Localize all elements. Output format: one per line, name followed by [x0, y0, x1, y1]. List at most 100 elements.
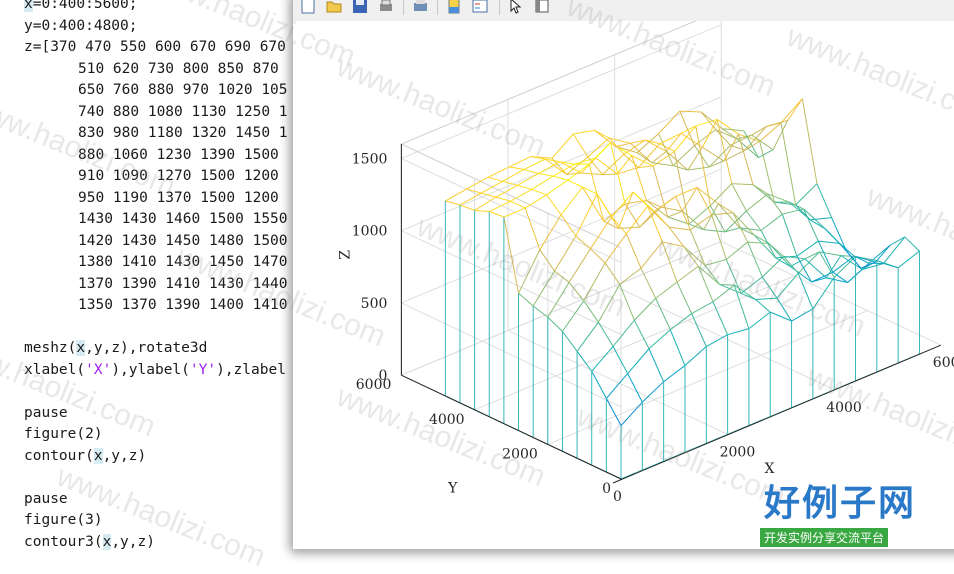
- mesh-line: [753, 185, 768, 194]
- code-line[interactable]: figure(2): [24, 424, 103, 445]
- mesh-line: [738, 134, 753, 185]
- new-figure-icon[interactable]: [299, 0, 317, 15]
- code-text: 1350 1370 1390 1400 1410: [78, 297, 288, 313]
- mesh-line: [805, 252, 820, 259]
- mesh-line: [649, 349, 664, 382]
- mesh-line: [634, 298, 655, 320]
- open-file-icon[interactable]: [325, 0, 343, 15]
- print-icon[interactable]: [377, 0, 395, 15]
- mesh-line: [445, 189, 466, 201]
- mesh-line: [834, 257, 855, 278]
- mesh-line: [726, 242, 747, 259]
- code-line[interactable]: meshz(x,y,z),rotate3d: [24, 338, 207, 359]
- grid-line: [721, 21, 941, 345]
- code-line[interactable]: 830 980 1180 1320 1450 1: [78, 123, 288, 144]
- mesh-line: [761, 214, 782, 230]
- code-line[interactable]: 1370 1390 1410 1430 1440: [78, 274, 288, 295]
- code-text: meshz(: [24, 340, 76, 356]
- mesh-line: [525, 208, 540, 250]
- mesh-line: [690, 230, 705, 266]
- code-line[interactable]: y=0:400:4800;: [24, 16, 138, 37]
- code-line[interactable]: 510 620 730 800 850 870: [78, 59, 279, 80]
- mesh-line: [656, 282, 677, 298]
- mesh-line: [728, 329, 749, 335]
- code-line[interactable]: contour(x,y,z): [24, 446, 146, 467]
- mesh-line: [652, 151, 667, 162]
- insert-colorbar-icon[interactable]: [445, 0, 463, 15]
- axes-area[interactable]: 02000400060000200040006000050010001500XY…: [293, 21, 954, 549]
- mesh-line: [848, 269, 863, 282]
- print-preview-icon[interactable]: [411, 0, 429, 15]
- mesh-line: [573, 130, 594, 134]
- mesh-line: [698, 266, 713, 302]
- code-line[interactable]: pause: [24, 489, 68, 510]
- code-line[interactable]: xlabel('X'),ylabel('Y'),zlabel: [24, 360, 286, 381]
- mesh-line: [680, 111, 701, 112]
- mesh-line: [782, 214, 797, 256]
- code-line[interactable]: z=[370 470 550 600 670 690 670: [24, 37, 286, 58]
- pointer-icon[interactable]: [507, 0, 525, 15]
- mesh-line: [613, 320, 634, 346]
- mesh-line: [626, 234, 641, 268]
- property-editor-icon[interactable]: [533, 0, 551, 15]
- logo-title: 好例子网: [764, 484, 920, 524]
- mesh-line: [818, 241, 833, 272]
- mesh-line: [525, 195, 546, 208]
- mesh-line: [488, 177, 503, 181]
- mesh-line: [762, 277, 777, 298]
- x-tick-label: 6000: [933, 355, 954, 371]
- mesh-line: [562, 301, 583, 332]
- mesh-line: [475, 210, 490, 211]
- z-axis-label: Z: [337, 250, 353, 260]
- code-line[interactable]: pause: [24, 403, 68, 424]
- grid-line: [508, 99, 728, 434]
- code-line[interactable]: contour3(x,y,z): [24, 532, 155, 553]
- mesh-line: [661, 207, 682, 211]
- code-text: y=0:400:4800;: [24, 18, 138, 34]
- meshz-plot[interactable]: 02000400060000200040006000050010001500XY…: [293, 21, 954, 549]
- mesh-line: [606, 398, 621, 425]
- mesh-line: [777, 273, 798, 298]
- mesh-line: [628, 349, 649, 374]
- code-text: ,y,z): [111, 534, 155, 550]
- mesh-line: [569, 282, 584, 300]
- mesh-line: [702, 147, 723, 161]
- mesh-line: [890, 237, 905, 245]
- code-line[interactable]: figure(3): [24, 510, 103, 531]
- code-line[interactable]: 950 1190 1370 1500 1200: [78, 188, 279, 209]
- mesh-line: [746, 211, 761, 230]
- mesh-line: [548, 317, 563, 331]
- mesh-line: [781, 123, 796, 205]
- mesh-line: [689, 206, 710, 224]
- mesh-line: [749, 312, 770, 329]
- mesh-line: [552, 134, 573, 158]
- code-text: ,y,z): [103, 448, 147, 464]
- code-line[interactable]: 740 880 1080 1130 1250 1: [78, 102, 288, 123]
- x-axis-line: [613, 345, 941, 483]
- code-line[interactable]: 1420 1430 1450 1480 1500: [78, 231, 288, 252]
- code-line[interactable]: 1380 1410 1430 1450 1470: [78, 252, 288, 273]
- save-icon[interactable]: [351, 0, 369, 15]
- mesh-line: [625, 204, 640, 227]
- code-line[interactable]: 650 760 880 970 1020 105: [78, 80, 288, 101]
- mesh-line: [540, 250, 555, 271]
- code-line[interactable]: 1350 1370 1390 1400 1410: [78, 295, 288, 316]
- code-line[interactable]: 910 1090 1270 1500 1200: [78, 166, 279, 187]
- code-line[interactable]: 1430 1430 1460 1500 1550: [78, 209, 288, 230]
- code-line[interactable]: x=0:400:5600;: [24, 0, 138, 15]
- mesh-line: [668, 211, 683, 217]
- mesh-line: [548, 282, 569, 317]
- mesh-line: [713, 285, 734, 302]
- mesh-line: [524, 169, 539, 173]
- mesh-line: [592, 346, 613, 371]
- code-text: 1370 1390 1410 1430 1440: [78, 276, 288, 292]
- code-line[interactable]: 880 1060 1230 1390 1500: [78, 145, 279, 166]
- mesh-line: [796, 184, 817, 205]
- x-tick-label: 0: [613, 489, 622, 505]
- mesh-line: [734, 285, 749, 329]
- figure-window[interactable]: 02000400060000200040006000050010001500XY…: [292, 0, 954, 550]
- insert-legend-icon[interactable]: [471, 0, 489, 15]
- mesh-line: [720, 284, 735, 285]
- grid-line: [621, 248, 941, 479]
- mesh-line: [613, 346, 628, 373]
